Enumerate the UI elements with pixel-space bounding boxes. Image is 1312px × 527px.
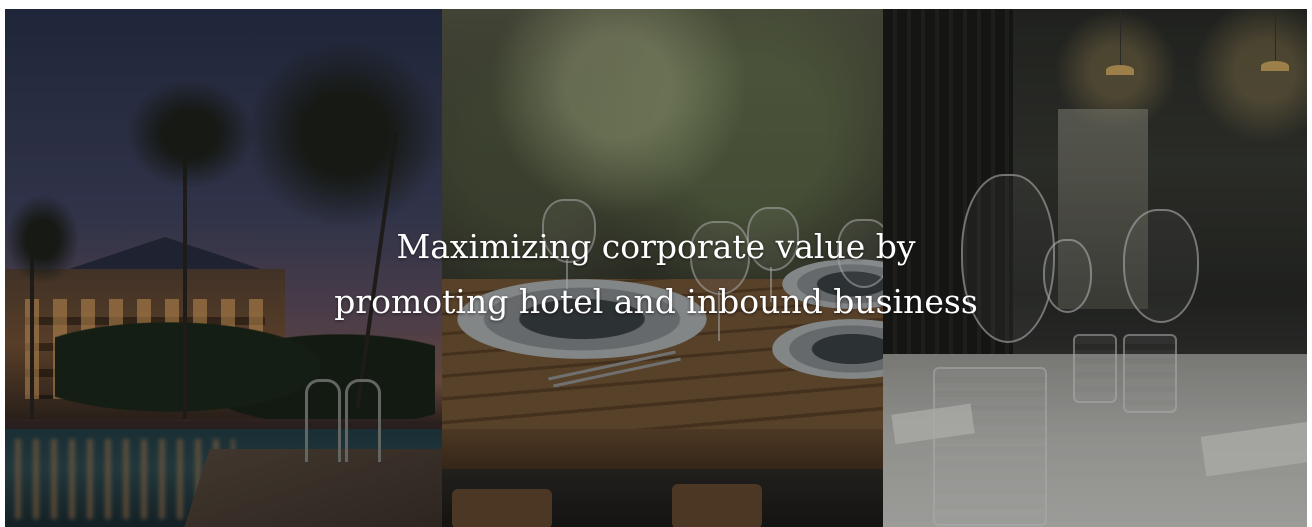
headline-line-2: promoting hotel and inbound business [334,282,978,321]
headline-line-1: Maximizing corporate value by [396,227,916,266]
hero-headline: Maximizing corporate value by promoting … [5,219,1307,329]
hero-banner: Maximizing corporate value by promoting … [5,9,1307,527]
